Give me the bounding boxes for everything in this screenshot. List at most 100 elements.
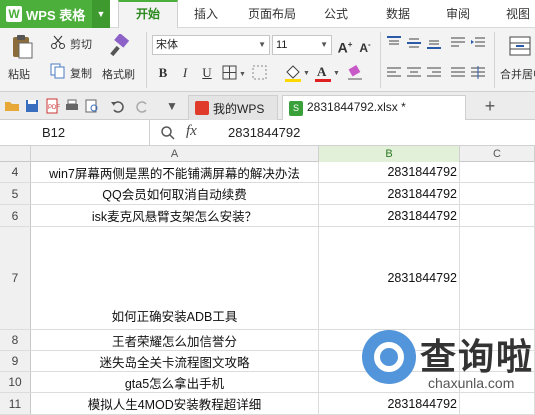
row-header[interactable]: 5 — [0, 183, 31, 204]
scissors-icon[interactable] — [50, 35, 66, 49]
select-all-corner[interactable] — [0, 146, 31, 162]
pdf-export-icon[interactable]: PDF — [44, 98, 60, 114]
cell-c[interactable] — [460, 227, 535, 329]
row-header[interactable]: 9 — [0, 351, 31, 371]
row-header[interactable]: 6 — [0, 205, 31, 226]
cell-c[interactable] — [460, 162, 535, 182]
row-header[interactable]: 8 — [0, 330, 31, 350]
cell-a[interactable]: 如何正确安装ADB工具 — [31, 227, 319, 329]
cell-a[interactable]: 迷失岛全关卡流程图文攻略 — [31, 351, 319, 371]
bold-button[interactable]: B — [154, 64, 172, 82]
cell-b[interactable]: 2831844792 — [319, 162, 460, 182]
app-menu-button[interactable]: W WPS 表格 — [0, 0, 92, 28]
distributed-icon[interactable] — [470, 66, 486, 80]
cell-a[interactable]: 王者荣耀怎么加信誉分 — [31, 330, 319, 350]
cell-a[interactable]: gta5怎么拿出手机 — [31, 372, 319, 392]
svg-text:▼: ▼ — [303, 70, 310, 77]
menu-tab-review[interactable]: 审阅 — [438, 0, 478, 28]
menu-tab-data[interactable]: 数据 — [378, 0, 418, 28]
font-size-select[interactable]: 11 ▼ — [272, 35, 332, 55]
app-dropdown-icon[interactable]: ▼ — [92, 0, 110, 28]
cell-b[interactable]: 2831844792 — [319, 393, 460, 414]
menu-tab-home[interactable]: 开始 — [118, 0, 178, 29]
menu-tab-page-layout[interactable]: 页面布局 — [240, 0, 304, 28]
menu-tab-formulas[interactable]: 公式 — [318, 0, 354, 28]
table-row: 6 isk麦克风悬臂支架怎么安装？ 2831844792 — [0, 205, 535, 227]
cell-c[interactable] — [460, 183, 535, 204]
wrap-text-icon[interactable] — [450, 36, 466, 50]
copy-button[interactable]: 复制 — [70, 65, 92, 81]
column-header-a[interactable]: A — [31, 146, 319, 162]
align-right-icon[interactable] — [426, 66, 442, 80]
cell-c[interactable] — [460, 205, 535, 226]
row-header[interactable]: 4 — [0, 162, 31, 182]
format-painter-button[interactable]: 格式刷 — [102, 66, 135, 82]
cell-a[interactable]: win7屏幕两侧是黑的不能铺满屏幕的解决办法 — [31, 162, 319, 182]
underline-button[interactable]: U — [198, 64, 216, 82]
paste-icon[interactable] — [10, 34, 34, 60]
merge-center-button[interactable]: 合并居中 — [500, 66, 535, 82]
grow-font-button[interactable]: A+ — [336, 36, 354, 56]
table-row: 4 win7屏幕两侧是黑的不能铺满屏幕的解决办法 2831844792 — [0, 162, 535, 183]
copy-icon[interactable] — [50, 63, 66, 79]
tab-active-file[interactable]: S 2831844792.xlsx * — [282, 95, 466, 121]
paste-button[interactable]: 粘贴 — [8, 66, 30, 82]
wps-logo-icon: W — [6, 6, 22, 22]
cell-b[interactable]: 2831844792 — [319, 205, 460, 226]
italic-button[interactable]: I — [176, 64, 194, 82]
indent-icon[interactable] — [470, 36, 486, 50]
align-center-icon[interactable] — [406, 66, 422, 80]
format-painter-icon[interactable] — [108, 33, 130, 58]
align-top-icon[interactable] — [386, 36, 402, 50]
cell-a[interactable]: QQ会员如何取消自动续费 — [31, 183, 319, 204]
name-box[interactable]: B12 — [0, 120, 150, 145]
fill-color-icon[interactable]: ▼ — [284, 63, 310, 83]
justify-icon[interactable] — [450, 66, 466, 80]
document-tabs-bar: PDF ▼ 我的WPS S 2831844792.xlsx * + — [0, 92, 535, 121]
shrink-font-button[interactable]: A- — [356, 36, 374, 55]
borders-icon[interactable]: ▼ — [222, 65, 248, 81]
ribbon-toolbar: 粘贴 剪切 复制 格式刷 宋体 ▼ 11 ▼ A+ A- B I U ▼ ▼ A ▼ — [0, 28, 535, 92]
font-name-select[interactable]: 宋体 ▼ — [152, 35, 270, 55]
print-preview-icon[interactable] — [84, 98, 100, 114]
svg-text:▼: ▼ — [333, 70, 340, 77]
cell-a[interactable]: isk麦克风悬臂支架怎么安装？ — [31, 205, 319, 226]
table-row: 11 模拟人生4MOD安装教程超详细 2831844792 — [0, 393, 535, 415]
cell-a[interactable]: 模拟人生4MOD安装教程超详细 — [31, 393, 319, 414]
align-bottom-icon[interactable] — [426, 36, 442, 50]
menu-bar: W WPS 表格 ▼ 开始 插入 页面布局 公式 数据 审阅 视图 — [0, 0, 535, 29]
chevron-down-icon: ▼ — [258, 40, 266, 49]
cut-button[interactable]: 剪切 — [70, 36, 92, 52]
eraser-icon[interactable] — [346, 64, 366, 82]
font-name-value: 宋体 — [156, 39, 178, 51]
formula-input[interactable]: 2831844792 — [228, 120, 300, 145]
align-middle-icon[interactable] — [406, 36, 422, 50]
row-header[interactable]: 10 — [0, 372, 31, 392]
align-left-icon[interactable] — [386, 66, 402, 80]
tab-my-wps[interactable]: 我的WPS — [188, 95, 278, 120]
cell-b[interactable]: 2831844792 — [319, 227, 460, 329]
redo-icon[interactable] — [134, 98, 150, 114]
folder-icon[interactable] — [4, 98, 20, 114]
ribbon-divider — [380, 32, 381, 88]
quick-access-dropdown-icon[interactable]: ▼ — [164, 98, 180, 114]
menu-tab-insert[interactable]: 插入 — [186, 0, 226, 28]
cell-c[interactable] — [460, 393, 535, 414]
chevron-down-icon: ▼ — [320, 40, 328, 49]
column-header-c[interactable]: C — [460, 146, 535, 162]
print-icon[interactable] — [64, 98, 80, 114]
row-header[interactable]: 11 — [0, 393, 31, 414]
font-color-icon[interactable]: A ▼ — [314, 63, 340, 83]
clear-format-icon[interactable] — [252, 65, 268, 81]
zoom-icon[interactable] — [160, 125, 176, 141]
add-tab-button[interactable]: + — [480, 92, 500, 120]
menu-tab-view[interactable]: 视图 — [498, 0, 535, 28]
cell-b[interactable]: 2831844792 — [319, 183, 460, 204]
function-icon[interactable]: fx — [186, 123, 197, 140]
undo-icon[interactable] — [110, 98, 126, 114]
watermark-logo-ring — [374, 342, 404, 372]
merge-cells-icon[interactable] — [508, 34, 532, 58]
column-header-b[interactable]: B — [319, 146, 460, 162]
save-icon[interactable] — [24, 98, 40, 114]
row-header[interactable]: 7 — [0, 227, 31, 329]
